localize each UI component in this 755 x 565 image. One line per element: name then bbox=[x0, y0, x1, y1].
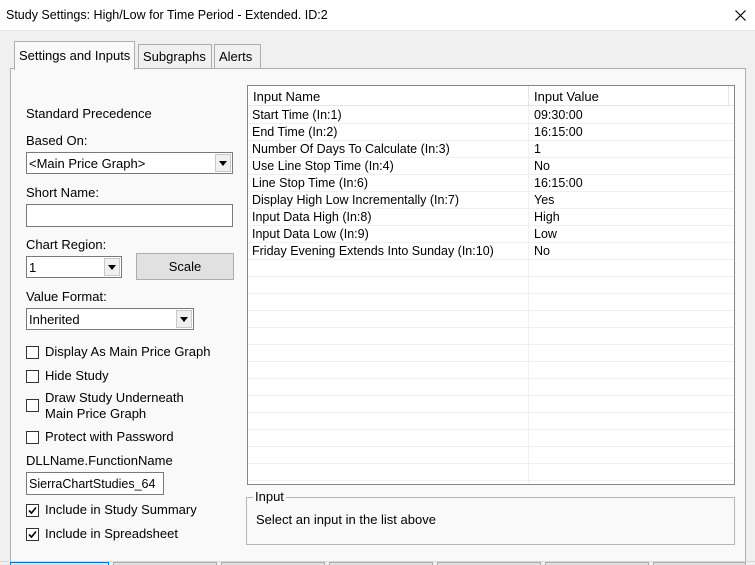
checkbox-box[interactable] bbox=[26, 504, 39, 517]
input-name-cell: Display High Low Incrementally (In:7) bbox=[252, 193, 460, 207]
checkbox-box[interactable] bbox=[26, 431, 39, 444]
table-row[interactable]: Display High Low Incrementally (In:7) Ye… bbox=[248, 192, 734, 209]
display-as-main-price-graph-checkbox[interactable]: Display As Main Price Graph bbox=[26, 344, 210, 360]
input-value-cell: Low bbox=[534, 227, 557, 241]
empty-row bbox=[248, 328, 734, 345]
input-description: Select an input in the list above bbox=[256, 512, 436, 527]
value-format-select[interactable]: Inherited bbox=[26, 308, 194, 330]
short-name-input[interactable] bbox=[26, 204, 233, 227]
checkbox-box[interactable] bbox=[26, 528, 39, 541]
based-on-label: Based On: bbox=[26, 133, 88, 148]
close-icon[interactable] bbox=[725, 0, 755, 31]
checkbox-label-line2: Main Price Graph bbox=[45, 406, 147, 421]
checkbox-label: Protect with Password bbox=[45, 429, 174, 444]
empty-row bbox=[248, 396, 734, 413]
empty-row bbox=[248, 311, 734, 328]
tab-settings-and-inputs[interactable]: Settings and Inputs bbox=[14, 41, 135, 70]
empty-row bbox=[248, 379, 734, 396]
input-name-cell: Friday Evening Extends Into Sunday (In:1… bbox=[252, 244, 494, 258]
empty-row bbox=[248, 277, 734, 294]
title-bar: Study Settings: High/Low for Time Period… bbox=[0, 0, 755, 31]
dll-name-input[interactable]: SierraChartStudies_64 bbox=[26, 472, 164, 495]
table-row[interactable]: Start Time (In:1) 09:30:00 bbox=[248, 107, 734, 124]
input-value-cell: No bbox=[534, 244, 550, 258]
tab-label: Settings and Inputs bbox=[19, 48, 131, 63]
empty-row bbox=[248, 464, 734, 481]
checkbox-label: Include in Study Summary bbox=[45, 502, 197, 517]
input-value-cell: 1 bbox=[534, 142, 541, 156]
input-value-cell: 16:15:00 bbox=[534, 125, 583, 139]
check-icon bbox=[28, 530, 37, 539]
include-in-study-summary-checkbox[interactable]: Include in Study Summary bbox=[26, 502, 197, 518]
inputs-list-header: Input Name Input Value bbox=[248, 86, 734, 106]
chevron-down-icon[interactable] bbox=[104, 258, 120, 276]
table-row[interactable]: Input Data Low (In:9) Low bbox=[248, 226, 734, 243]
empty-row bbox=[248, 294, 734, 311]
tab-label: Alerts bbox=[219, 49, 253, 64]
checkbox-label: Hide Study bbox=[45, 368, 109, 383]
table-row[interactable]: End Time (In:2) 16:15:00 bbox=[248, 124, 734, 141]
input-name-cell: Input Data Low (In:9) bbox=[252, 227, 369, 241]
checkbox-label-group: Draw Study Underneath Main Price Graph bbox=[45, 390, 184, 422]
window-title: Study Settings: High/Low for Time Period… bbox=[6, 8, 328, 22]
table-row[interactable]: Line Stop Time (In:6) 16:15:00 bbox=[248, 175, 734, 192]
checkbox-box[interactable] bbox=[26, 399, 39, 412]
column-header-input-name[interactable]: Input Name bbox=[248, 86, 529, 106]
tab-label: Subgraphs bbox=[143, 49, 206, 64]
hide-study-checkbox[interactable]: Hide Study bbox=[26, 368, 109, 384]
input-name-cell: Number Of Days To Calculate (In:3) bbox=[252, 142, 450, 156]
check-icon bbox=[28, 506, 37, 515]
chart-region-value: 1 bbox=[29, 260, 37, 275]
scale-button-label: Scale bbox=[168, 259, 202, 274]
chart-region-select[interactable]: 1 bbox=[26, 256, 122, 278]
input-value-cell: 16:15:00 bbox=[534, 176, 583, 190]
dll-name-label: DLLName.FunctionName bbox=[26, 453, 173, 468]
table-row[interactable]: Friday Evening Extends Into Sunday (In:1… bbox=[248, 243, 734, 260]
chevron-down-icon[interactable] bbox=[176, 310, 192, 328]
chevron-down-icon[interactable] bbox=[215, 154, 231, 172]
table-row[interactable]: Use Line Stop Time (In:4) No bbox=[248, 158, 734, 175]
empty-row bbox=[248, 430, 734, 447]
bottom-button-strip bbox=[0, 561, 755, 565]
empty-row bbox=[248, 413, 734, 430]
checkbox-box[interactable] bbox=[26, 346, 39, 359]
empty-row bbox=[248, 447, 734, 464]
scale-button[interactable]: Scale bbox=[136, 253, 234, 280]
value-format-value: Inherited bbox=[29, 312, 80, 327]
table-row[interactable]: Number Of Days To Calculate (In:3) 1 bbox=[248, 141, 734, 158]
empty-row bbox=[248, 260, 734, 277]
draw-study-underneath-checkbox[interactable]: Draw Study Underneath Main Price Graph bbox=[26, 390, 184, 422]
checkbox-label: Draw Study Underneath bbox=[45, 390, 184, 405]
table-row[interactable]: Input Data High (In:8) High bbox=[248, 209, 734, 226]
tab-alerts[interactable]: Alerts bbox=[214, 44, 261, 68]
input-groupbox-title: Input bbox=[253, 489, 286, 504]
short-name-label: Short Name: bbox=[26, 185, 99, 200]
input-value-cell: Yes bbox=[534, 193, 555, 207]
tab-subgraphs[interactable]: Subgraphs bbox=[138, 44, 212, 68]
input-name-cell: Start Time (In:1) bbox=[252, 108, 342, 122]
input-name-cell: End Time (In:2) bbox=[252, 125, 338, 139]
input-groupbox: Input Select an input in the list above bbox=[246, 489, 735, 545]
input-name-cell: Line Stop Time (In:6) bbox=[252, 176, 369, 190]
column-header-input-value[interactable]: Input Value bbox=[529, 86, 729, 106]
chart-region-label: Chart Region: bbox=[26, 237, 107, 252]
inputs-list[interactable]: Input Name Input Value Start Time (In:1)… bbox=[247, 85, 735, 485]
based-on-select[interactable]: <Main Price Graph> bbox=[26, 152, 233, 174]
checkbox-box[interactable] bbox=[26, 370, 39, 383]
based-on-value: <Main Price Graph> bbox=[29, 156, 146, 171]
protect-with-password-checkbox[interactable]: Protect with Password bbox=[26, 429, 174, 445]
input-name-cell: Input Data High (In:8) bbox=[252, 210, 372, 224]
input-value-cell: 09:30:00 bbox=[534, 108, 583, 122]
value-format-label: Value Format: bbox=[26, 289, 107, 304]
empty-row bbox=[248, 362, 734, 379]
input-value-cell: High bbox=[534, 210, 560, 224]
standard-precedence-label: Standard Precedence bbox=[26, 106, 152, 121]
checkbox-label: Display As Main Price Graph bbox=[45, 344, 211, 359]
include-in-spreadsheet-checkbox[interactable]: Include in Spreadsheet bbox=[26, 526, 178, 542]
input-value-cell: No bbox=[534, 159, 550, 173]
checkbox-label: Include in Spreadsheet bbox=[45, 526, 178, 541]
input-name-cell: Use Line Stop Time (In:4) bbox=[252, 159, 394, 173]
dll-name-value: SierraChartStudies_64 bbox=[29, 477, 156, 491]
empty-row bbox=[248, 345, 734, 362]
